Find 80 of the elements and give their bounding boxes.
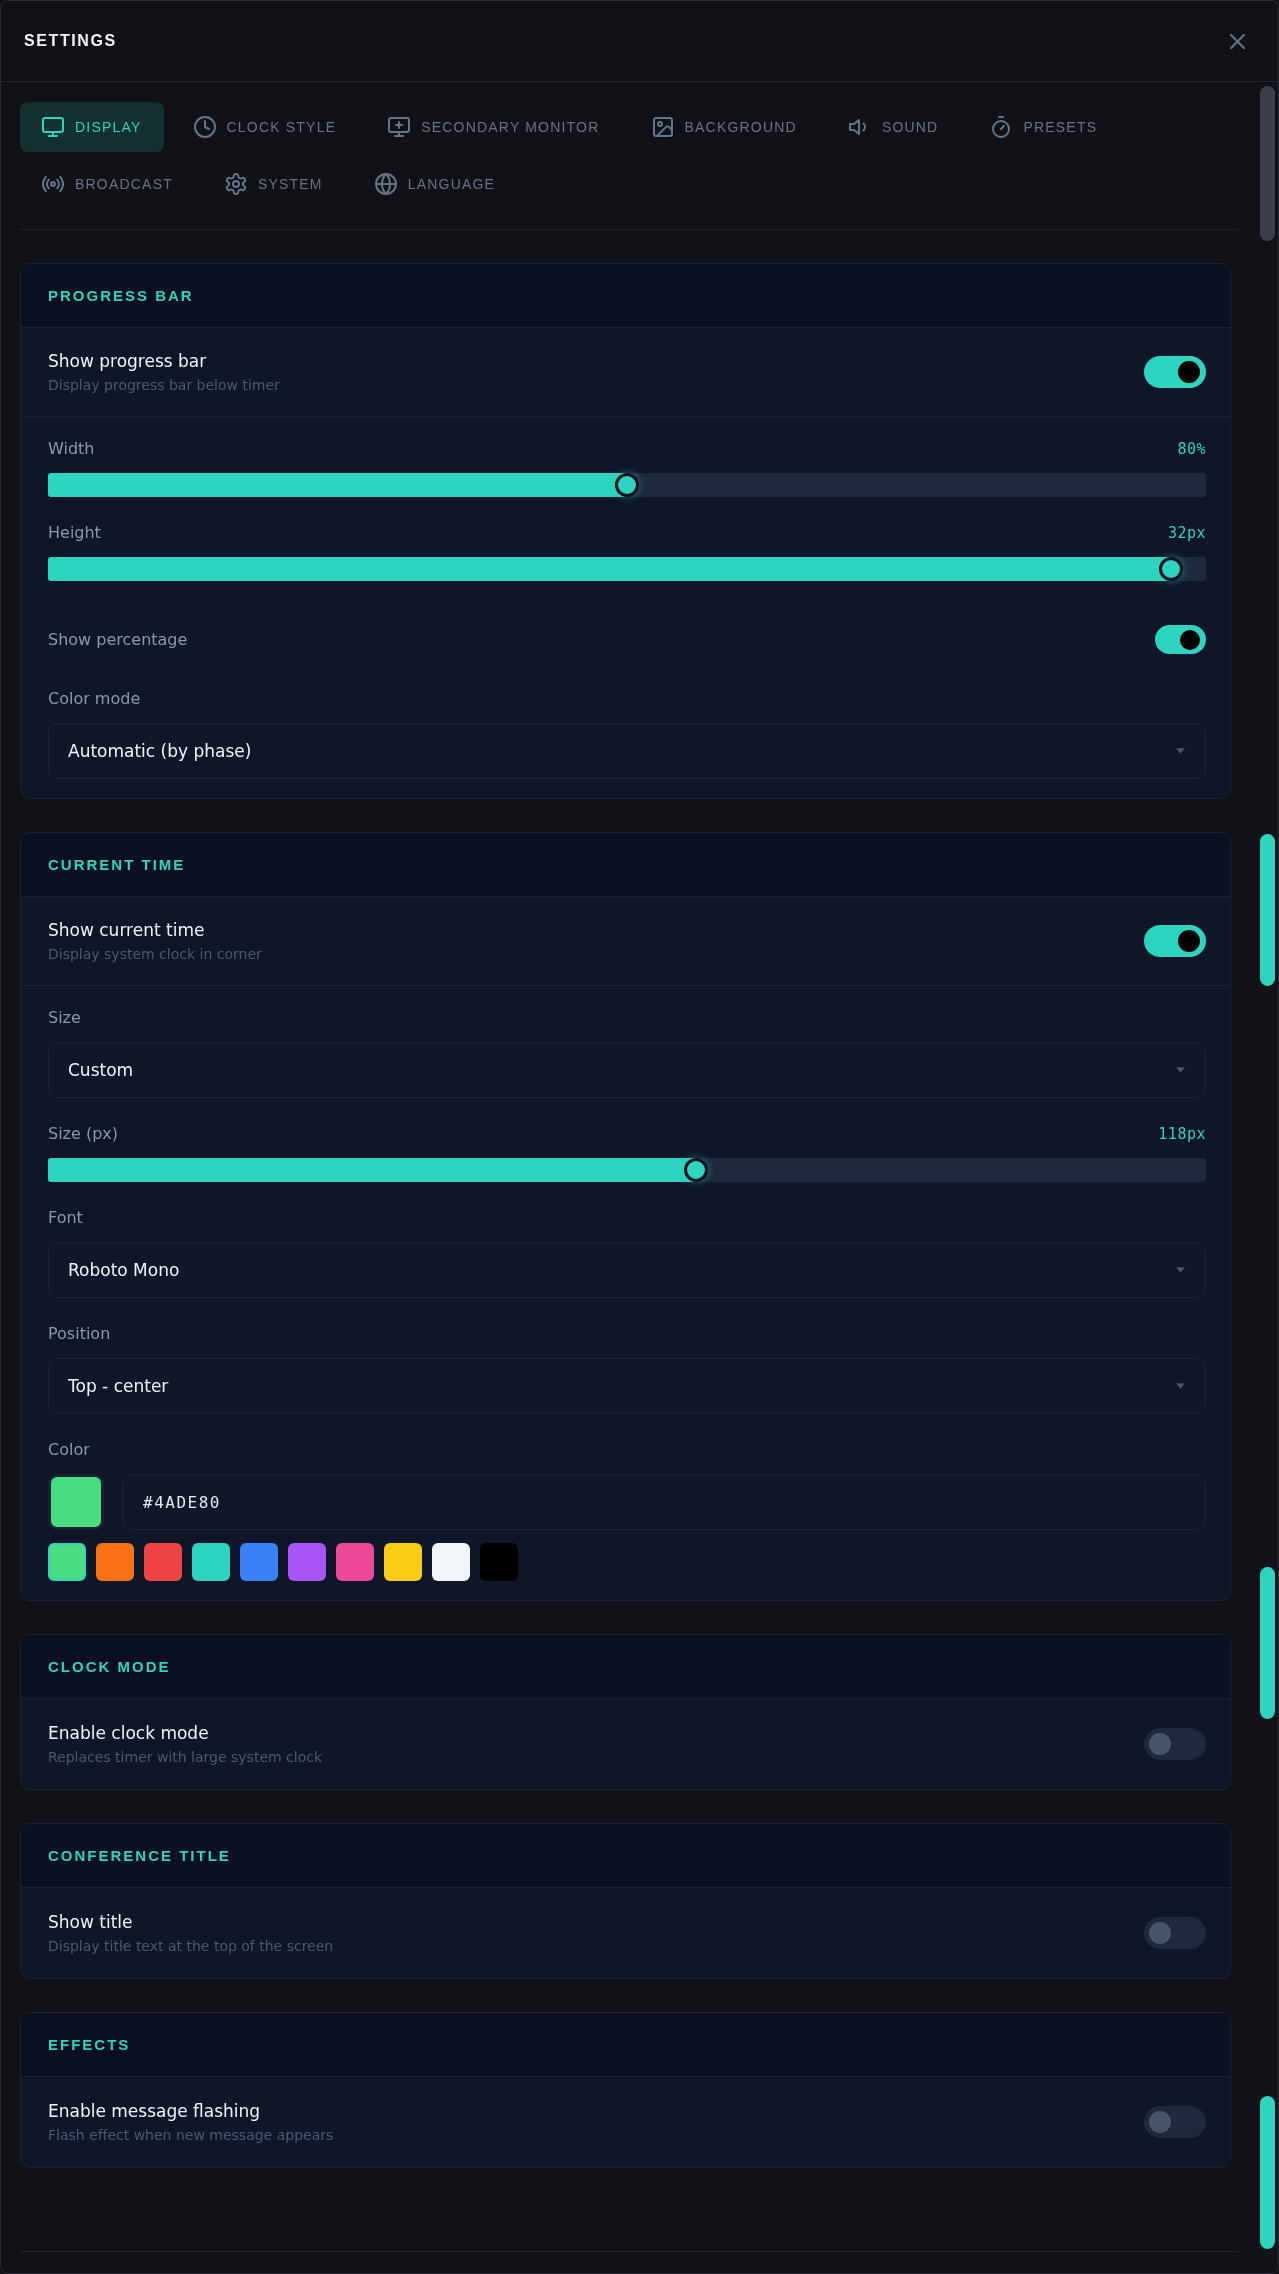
setting-description: Display system clock in corner [48, 945, 262, 964]
tab[interactable]: BACKGROUND [629, 102, 819, 152]
field-label: Color mode [48, 688, 141, 710]
tab[interactable]: SOUND [826, 102, 961, 152]
monitor-plus-icon [388, 116, 411, 138]
scrollbar-thumb[interactable] [1260, 86, 1275, 242]
field-label: Width [48, 438, 95, 460]
caret-icon [1176, 748, 1185, 754]
section-title: PROGRESS BAR [48, 287, 194, 304]
toggle-switch[interactable] [1144, 1728, 1206, 1760]
color-preset-icon[interactable] [96, 1543, 134, 1581]
stopwatch-icon [990, 116, 1013, 138]
slider-value: 80% [1177, 440, 1206, 458]
tab[interactable]: LANGUAGE [352, 159, 518, 209]
slider-value: 118px [1158, 1125, 1206, 1143]
settings-icon [224, 173, 247, 195]
dropdown[interactable]: Automatic (by phase) [48, 723, 1206, 779]
section-title: CLOCK MODE [48, 1658, 171, 1675]
scrollbar-thumb[interactable] [1260, 833, 1275, 986]
color-preset-icon[interactable] [288, 1543, 326, 1581]
slider-value: 32px [1167, 524, 1206, 542]
setting-description: Flash effect when new message appears [48, 2126, 334, 2145]
setting-label: Show percentage [48, 628, 188, 651]
color-preset-icon[interactable] [336, 1543, 374, 1581]
monitor-icon [42, 116, 64, 138]
setting-label: Show progress bar [48, 350, 208, 373]
setting-description: Display title text at the top of the screen [48, 1937, 334, 1956]
color-preset-icon[interactable] [192, 1543, 230, 1581]
toggle-switch[interactable] [1144, 356, 1206, 388]
tab[interactable]: CLOCK STYLE [171, 102, 359, 152]
toggle-switch[interactable] [1144, 1917, 1206, 1949]
caret-icon [1176, 1383, 1185, 1389]
tab[interactable]: BROADCAST [20, 159, 195, 209]
tab[interactable]: DISPLAY [20, 102, 164, 152]
globe-icon [374, 173, 397, 195]
toggle-switch[interactable] [1155, 625, 1206, 654]
setting-label: Enable message flashing [48, 2100, 262, 2123]
hex-input[interactable]: #4ADE80 [122, 1474, 1206, 1530]
field-label: Color [48, 1439, 90, 1461]
dropdown[interactable]: Top - center [48, 1358, 1206, 1414]
slider-thumb[interactable] [684, 1158, 709, 1182]
broadcast-icon [42, 173, 64, 195]
tab[interactable]: SECONDARY MONITOR [366, 102, 622, 152]
caret-icon [1176, 1267, 1185, 1273]
slider-track[interactable] [48, 473, 1206, 497]
toggle-switch[interactable] [1144, 925, 1206, 957]
color-preset-icon[interactable] [240, 1543, 278, 1581]
scrollbar-thumb[interactable] [1260, 1566, 1275, 1719]
field-label: Font [48, 1207, 83, 1229]
setting-label: Enable clock mode [48, 1722, 210, 1745]
tab[interactable]: PRESETS [968, 102, 1120, 152]
section-title: EFFECTS [48, 2036, 131, 2053]
section-title: CONFERENCE TITLE [48, 1847, 231, 1864]
field-label: Size [48, 1007, 81, 1029]
close-icon [1229, 33, 1245, 49]
clock-icon [193, 116, 216, 138]
setting-description: Replaces timer with large system clock [48, 1748, 323, 1767]
color-preset-icon[interactable] [432, 1543, 470, 1581]
tab[interactable]: SYSTEM [202, 159, 345, 209]
section-title: CURRENT TIME [48, 856, 186, 873]
field-label: Size (px) [48, 1123, 119, 1145]
field-label: Height [48, 522, 101, 544]
toggle-switch[interactable] [1144, 2106, 1206, 2138]
slider-thumb[interactable] [615, 473, 639, 497]
slider-track[interactable] [48, 1158, 1206, 1182]
slider-thumb[interactable] [1159, 557, 1184, 581]
setting-description: Display progress bar below timer [48, 376, 280, 395]
image-icon [651, 116, 674, 138]
setting-label: Show current time [48, 919, 206, 942]
field-label: Position [48, 1323, 111, 1345]
scrollbar-thumb[interactable] [1260, 2095, 1275, 2249]
window-title: SETTINGS [24, 32, 117, 50]
dropdown[interactable]: Custom [48, 1042, 1206, 1098]
color-preset-icon[interactable] [480, 1543, 518, 1581]
color-preset-icon[interactable] [144, 1543, 182, 1581]
dropdown[interactable]: Roboto Mono [48, 1242, 1206, 1298]
setting-label: Show title [48, 1911, 134, 1934]
color-preset-icon[interactable] [384, 1543, 422, 1581]
color-preset-icon[interactable] [48, 1543, 86, 1581]
caret-icon [1176, 1067, 1185, 1073]
